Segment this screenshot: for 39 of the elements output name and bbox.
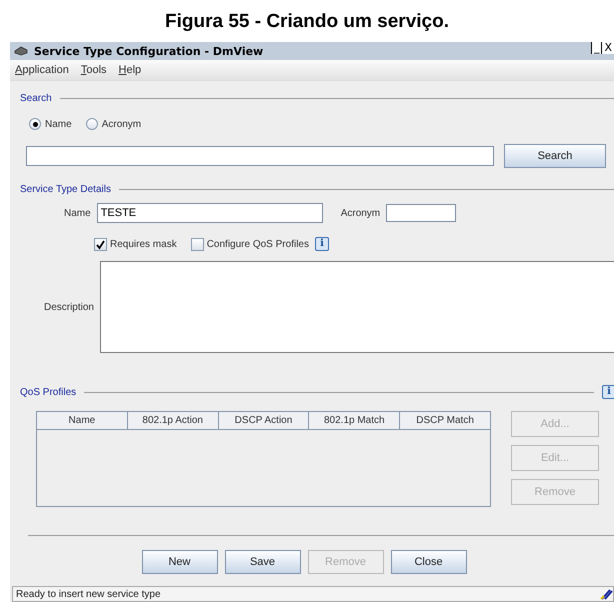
column-header[interactable]: 802.1p Match	[308, 412, 400, 430]
column-header[interactable]: 802.1p Action	[127, 412, 218, 430]
search-button[interactable]: Search	[504, 144, 606, 168]
save-button[interactable]: Save	[224, 550, 300, 574]
close-button[interactable]: Close	[390, 550, 466, 574]
radio-button[interactable]	[29, 118, 41, 130]
plug-icon	[599, 588, 613, 600]
figure-caption: Figura 55 - Criando um serviço.	[164, 10, 450, 33]
info-icon[interactable]: i	[314, 237, 329, 251]
radio-label: Name	[45, 118, 72, 130]
checkbox[interactable]	[190, 238, 204, 250]
menu-item[interactable]: Help	[118, 64, 142, 76]
minimize-button[interactable]: _	[590, 42, 602, 54]
name-field[interactable]: TESTE	[96, 203, 323, 223]
column-header[interactable]: DSCP Match	[400, 412, 490, 430]
group-title: Service Type Details	[20, 184, 111, 195]
menu-item[interactable]: Tools	[80, 64, 107, 76]
app-icon	[14, 46, 28, 56]
column-header[interactable]: Name	[36, 412, 128, 430]
status-text: Ready to insert new service type	[15, 588, 161, 600]
radio-label: Acronym	[102, 118, 142, 130]
name-label: Name	[64, 208, 91, 218]
column-header[interactable]: DSCP Action	[218, 412, 309, 430]
info-icon[interactable]: i	[602, 385, 614, 399]
group-title: Search	[20, 93, 52, 104]
search-field[interactable]	[26, 146, 494, 166]
group-title: QoS Profiles	[20, 386, 76, 398]
description-label: Description	[42, 302, 95, 312]
description-field[interactable]	[100, 261, 614, 353]
window-title: Service Type Configuration - DmView	[34, 44, 264, 58]
close-button[interactable]: X	[601, 42, 614, 54]
checkbox-label: Configure QoS Profiles	[206, 238, 309, 250]
checkbox-label: Requires mask	[110, 238, 177, 250]
radio-button[interactable]	[86, 118, 98, 130]
new-button[interactable]: New	[142, 550, 218, 574]
acronym-label: Acronym	[340, 208, 380, 218]
acronym-field[interactable]	[386, 204, 456, 222]
checkbox[interactable]	[94, 238, 107, 250]
menu-item[interactable]: Application	[15, 64, 69, 76]
